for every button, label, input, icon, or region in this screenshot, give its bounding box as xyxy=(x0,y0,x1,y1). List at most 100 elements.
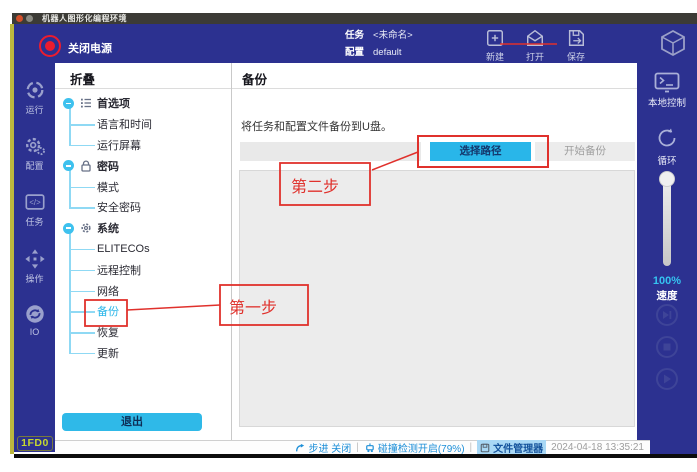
tree-node-remote-control[interactable]: 远程控制 xyxy=(55,259,230,280)
svg-text:</>: </> xyxy=(29,198,41,207)
collision-detection-label: 碰撞检测开启(79%) xyxy=(378,440,465,455)
left-sidebar: 运行 配置 </> 任务 操作 IO 1FD0 xyxy=(14,63,55,452)
tree-node-label: 备份 xyxy=(97,303,119,319)
power-off-button[interactable] xyxy=(39,35,61,57)
power-icon xyxy=(45,41,55,51)
file-manager-icon xyxy=(480,443,490,453)
tree-node-preferences[interactable]: 首选项 xyxy=(55,93,230,114)
open-button-label: 打开 xyxy=(512,50,558,63)
preferences-icon xyxy=(80,97,92,109)
file-manager-button[interactable]: 文件管理器 xyxy=(477,440,546,455)
tree-node-elitecos[interactable]: ELITECOs xyxy=(55,239,230,260)
backup-description: 将任务和配置文件备份到U盘。 xyxy=(241,118,392,134)
settings-tree-panel: 折叠 首选项 语言和时间 运行屏幕 密码 模式 安全密码 系统 xyxy=(55,63,232,440)
tree-node-backup[interactable]: 备份 xyxy=(55,301,230,322)
tree-node-language-time[interactable]: 语言和时间 xyxy=(55,114,230,135)
local-control-button[interactable]: 本地控制 xyxy=(637,72,697,109)
sidebar-item-run[interactable]: 运行 xyxy=(14,79,55,116)
gear-icon xyxy=(80,222,92,234)
task-config-info: 任务<未命名> 配置default xyxy=(345,27,413,61)
collapse-icon[interactable] xyxy=(63,223,74,234)
tree-node-mode[interactable]: 模式 xyxy=(55,176,230,197)
tree-panel-title: 折叠 xyxy=(55,63,231,89)
operate-icon xyxy=(24,248,46,270)
collision-icon xyxy=(364,442,375,453)
step-mode-icon xyxy=(295,443,305,453)
sidebar-item-operate[interactable]: 操作 xyxy=(14,248,55,285)
tree-node-restore[interactable]: 恢复 xyxy=(55,322,230,343)
window-close-icon[interactable] xyxy=(16,15,23,22)
status-code-badge: 1FD0 xyxy=(17,436,53,451)
backup-file-list-area xyxy=(239,170,635,427)
skip-next-icon xyxy=(661,309,673,321)
config-label: 配置 xyxy=(345,47,364,58)
tree-node-label: 语言和时间 xyxy=(97,116,152,132)
backup-path-input[interactable] xyxy=(240,142,421,161)
window-minimize-icon[interactable] xyxy=(26,15,33,22)
page-title: 备份 xyxy=(232,63,637,89)
tree-node-safety-password[interactable]: 安全密码 xyxy=(55,197,230,218)
separator: | xyxy=(470,442,473,453)
speed-slider-track[interactable] xyxy=(663,178,671,266)
collapse-icon[interactable] xyxy=(63,98,74,109)
loop-label: 循环 xyxy=(637,153,697,167)
tree-node-label: 密码 xyxy=(97,158,119,174)
config-value: default xyxy=(373,47,402,58)
open-button[interactable]: 打开 xyxy=(512,28,558,63)
stop-icon xyxy=(662,342,672,352)
tree-node-label: 首选项 xyxy=(97,95,130,111)
tree-node-label: 网络 xyxy=(97,283,119,299)
exit-button[interactable]: 退出 xyxy=(62,413,202,431)
loop-button[interactable]: 循环 xyxy=(637,125,697,167)
tree-node-label: ELITECOs xyxy=(97,243,150,255)
sidebar-item-config[interactable]: 配置 xyxy=(14,135,55,172)
save-button-label: 保存 xyxy=(553,50,599,63)
io-icon xyxy=(24,303,46,325)
play-icon xyxy=(661,373,673,385)
play-button[interactable] xyxy=(656,368,678,390)
backup-panel: 备份 将任务和配置文件备份到U盘。 选择路径 开始备份 xyxy=(232,63,637,440)
stop-button[interactable] xyxy=(656,336,678,358)
save-icon xyxy=(566,28,586,48)
task-value: <未命名> xyxy=(373,30,413,41)
sidebar-item-io[interactable]: IO xyxy=(14,303,55,337)
tree-node-update[interactable]: 更新 xyxy=(55,343,230,364)
sidebar-item-task[interactable]: </> 任务 xyxy=(14,191,55,228)
tree-node-label: 系统 xyxy=(97,220,119,236)
start-backup-button[interactable]: 开始备份 xyxy=(535,142,635,161)
step-forward-button[interactable] xyxy=(656,304,678,326)
select-path-button[interactable]: 选择路径 xyxy=(430,142,531,161)
tree-node-label: 远程控制 xyxy=(97,262,141,278)
app-header: 关闭电源 任务<未命名> 配置default 新建 打开 保存 xyxy=(14,24,697,63)
new-file-icon xyxy=(485,28,505,48)
os-titlebar: 机器人图形化编程环境 xyxy=(12,13,697,24)
tree-node-label: 恢复 xyxy=(97,324,119,340)
separator: | xyxy=(356,442,359,453)
status-timestamp: 2024-04-18 13:35:21 xyxy=(551,442,644,453)
power-off-label: 关闭电源 xyxy=(68,40,112,56)
tree-rows: 首选项 语言和时间 运行屏幕 密码 模式 安全密码 系统 ELITECOs 远程… xyxy=(55,93,230,363)
tree-node-run-screen[interactable]: 运行屏幕 xyxy=(55,135,230,156)
terminal-icon xyxy=(654,72,680,93)
step-mode-label: 步进 关闭 xyxy=(308,440,351,455)
speed-value: 100% xyxy=(637,275,697,287)
tree-node-label: 运行屏幕 xyxy=(97,137,141,153)
run-icon xyxy=(24,79,46,101)
collision-detection-status[interactable]: 碰撞检测开启(79%) xyxy=(364,440,465,455)
tree-node-password[interactable]: 密码 xyxy=(55,155,230,176)
tree-node-system[interactable]: 系统 xyxy=(55,218,230,239)
sidebar-item-run-label: 运行 xyxy=(14,103,55,116)
step-mode-status[interactable]: 步进 关闭 xyxy=(295,440,351,455)
tree-node-network[interactable]: 网络 xyxy=(55,280,230,301)
sidebar-item-task-label: 任务 xyxy=(14,215,55,228)
collapse-icon[interactable] xyxy=(63,160,74,171)
save-button[interactable]: 保存 xyxy=(553,28,599,63)
tree-node-label: 模式 xyxy=(97,179,119,195)
local-control-label: 本地控制 xyxy=(637,95,697,109)
speed-label: 速度 xyxy=(637,288,697,303)
window-bottom-edge xyxy=(14,454,697,458)
task-icon: </> xyxy=(24,191,46,213)
loop-icon xyxy=(654,125,680,151)
speed-slider-handle[interactable] xyxy=(659,171,675,187)
app-window: 机器人图形化编程环境 关闭电源 任务<未命名> 配置default 新建 打开 … xyxy=(0,0,697,472)
